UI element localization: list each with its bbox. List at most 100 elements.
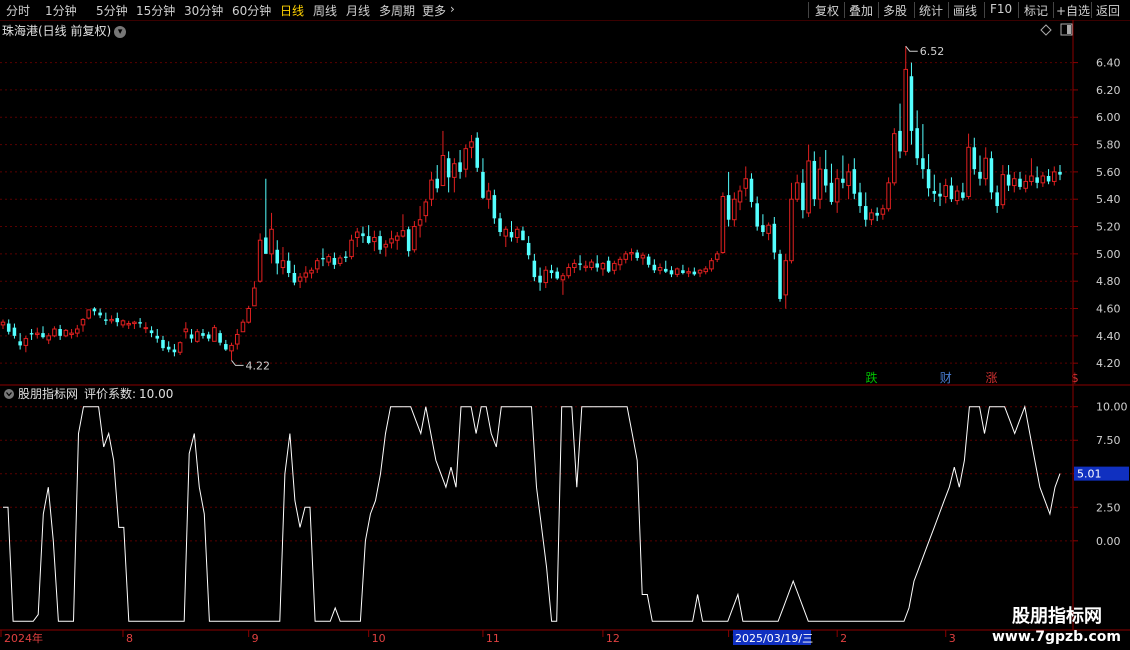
candle[interactable] [720,192,726,254]
candle[interactable] [234,329,240,350]
indicator-line[interactable] [3,404,1061,622]
tab-30min[interactable]: 30分钟 [184,2,223,19]
candle[interactable] [212,324,217,342]
candle[interactable] [286,252,291,278]
candle[interactable] [240,319,246,333]
candle[interactable] [806,144,811,217]
candle[interactable] [6,319,11,335]
candle[interactable] [954,185,960,205]
candle[interactable] [292,264,297,286]
candle[interactable] [863,192,868,227]
tab-more[interactable]: 更多 [422,2,446,19]
candle[interactable] [69,329,74,339]
event-tag[interactable]: 涨 [985,370,999,385]
candlestick-series[interactable] [0,46,1062,361]
candle[interactable] [589,259,594,271]
candle[interactable] [314,257,320,273]
candle[interactable] [29,329,34,340]
back-button[interactable]: 返回 [1096,2,1120,19]
candle[interactable] [703,266,709,275]
candle[interactable] [755,196,759,231]
candle[interactable] [817,156,823,209]
candle[interactable] [595,255,599,272]
candle[interactable] [35,327,40,339]
event-tags[interactable]: 跌 财 涨 $ [865,370,1085,385]
candle[interactable] [600,262,606,276]
candle[interactable] [423,199,429,223]
candle[interactable] [1012,171,1017,193]
tab-5min[interactable]: 5分钟 [96,2,128,19]
tab-multi-period[interactable]: 多周期 [379,2,415,19]
candle[interactable] [1023,174,1028,193]
candle[interactable] [886,177,891,212]
candle[interactable] [218,330,222,346]
candle[interactable] [686,267,691,278]
candle[interactable] [115,312,120,327]
candle[interactable] [1058,165,1062,181]
mark-button[interactable]: 标记 [1024,2,1048,19]
candle[interactable] [446,151,451,193]
f10-button[interactable]: F10 [990,2,1012,16]
fuquan-button[interactable]: 复权 [815,2,839,19]
candle[interactable] [514,226,520,243]
candle[interactable] [361,226,365,243]
candle[interactable] [709,257,714,272]
candle[interactable] [475,132,479,172]
candle[interactable] [1040,171,1046,187]
candle[interactable] [572,259,577,273]
tab-60min[interactable]: 60分钟 [232,2,271,19]
candle[interactable] [812,151,817,207]
candle[interactable] [246,305,251,324]
candle[interactable] [406,226,411,257]
tab-15min[interactable]: 15分钟 [136,2,175,19]
candle[interactable] [538,267,542,291]
candle[interactable] [435,165,439,193]
candle[interactable] [303,266,309,283]
candle[interactable] [143,322,149,334]
candle[interactable] [309,267,314,279]
candle[interactable] [280,247,286,275]
candle[interactable] [109,315,114,324]
tab-monthly[interactable]: 月线 [346,2,370,19]
chart-area[interactable]: 6.40 6.20 6.00 5.80 5.60 5.40 5.20 5.00 4.80 4.60… [0,20,1130,650]
candle[interactable] [938,182,942,207]
candle[interactable] [138,318,142,328]
candle[interactable] [0,319,6,330]
candle[interactable] [354,227,360,248]
candle[interactable] [1052,166,1057,186]
candle[interactable] [1046,169,1051,185]
candle[interactable] [189,329,194,343]
diamond-icon[interactable] [1040,24,1052,36]
candle[interactable] [378,230,382,254]
candle[interactable] [269,212,274,264]
candle[interactable] [63,329,69,338]
more-arrow-icon[interactable]: › [450,2,455,16]
candle[interactable] [366,225,371,245]
candle[interactable] [509,221,514,242]
candle[interactable] [880,204,886,220]
candle[interactable] [692,267,697,276]
candle[interactable] [629,248,634,261]
candle[interactable] [400,214,406,238]
candle[interactable] [875,207,879,222]
candle[interactable] [264,178,268,254]
candle[interactable] [297,272,303,289]
indicator-chevron-icon[interactable] [4,389,14,399]
candle[interactable] [80,318,86,332]
candle[interactable] [972,137,977,175]
candle[interactable] [737,185,743,211]
candle[interactable] [58,324,62,340]
candle[interactable] [966,133,971,200]
candle[interactable] [743,166,749,197]
candle[interactable] [344,251,348,263]
candle[interactable] [909,62,914,145]
candle[interactable] [578,255,582,271]
candle[interactable] [104,312,108,325]
candle[interactable] [86,309,91,320]
candle[interactable] [674,267,680,278]
candle[interactable] [915,110,919,166]
candle[interactable] [372,230,377,252]
candle[interactable] [697,268,703,278]
candle[interactable] [498,212,502,237]
candle[interactable] [337,255,343,267]
